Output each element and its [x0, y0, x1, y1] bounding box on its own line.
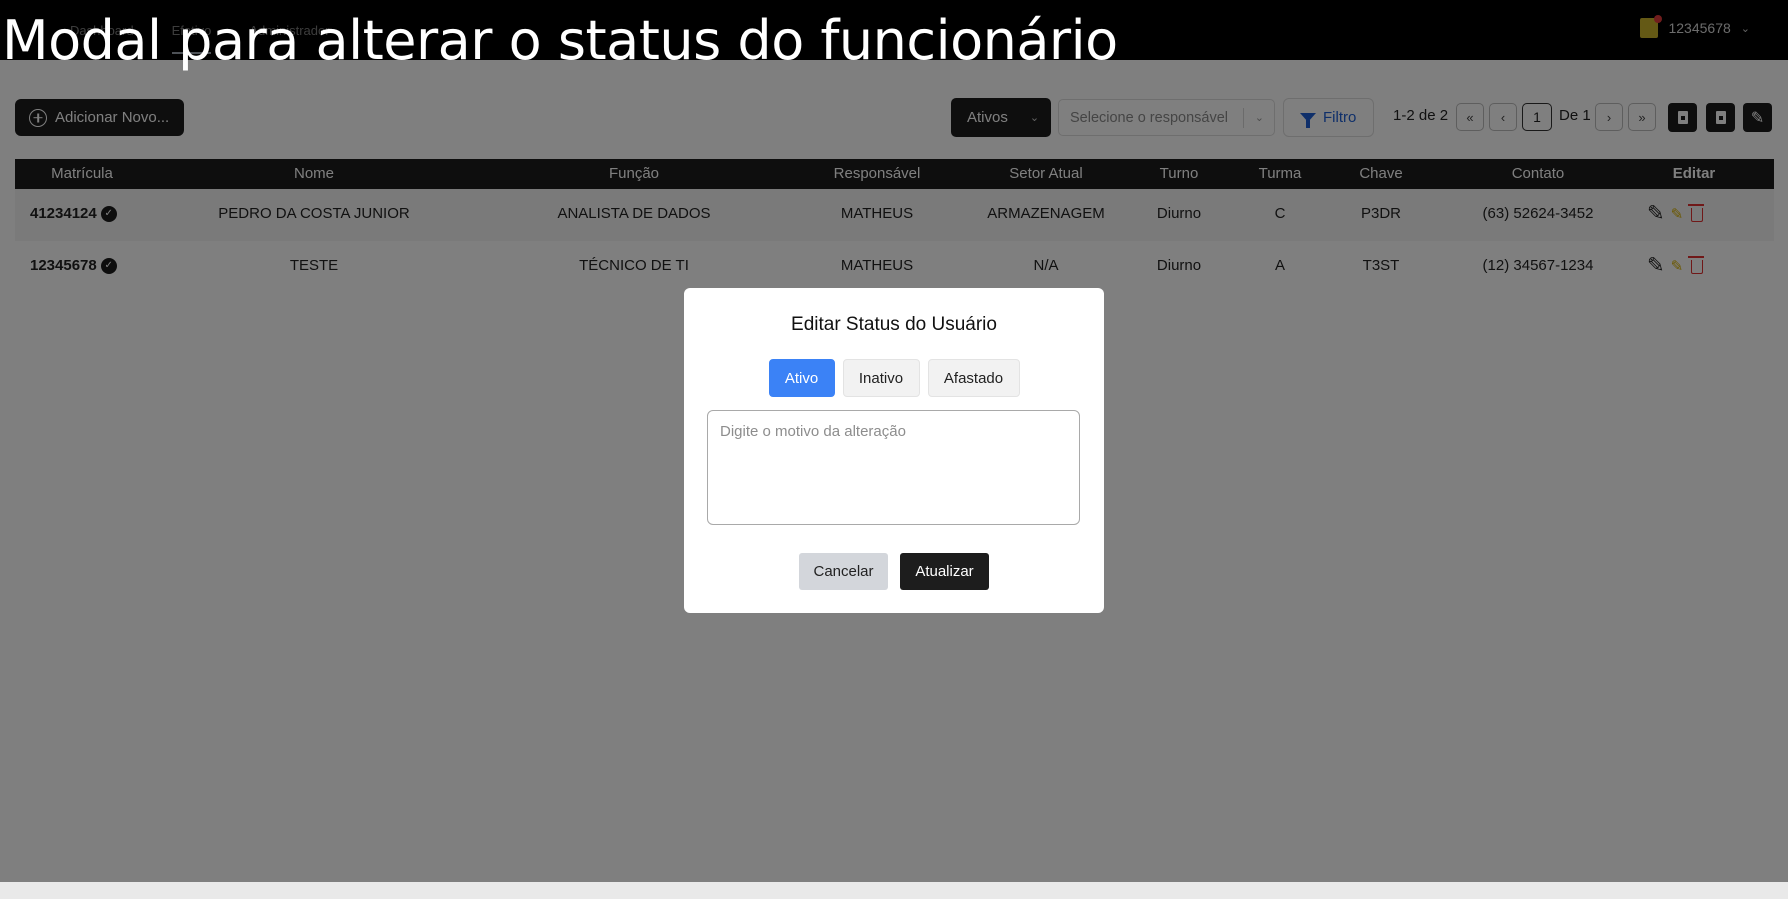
- cancel-button[interactable]: Cancelar: [799, 553, 888, 590]
- status-options: Ativo Inativo Afastado: [684, 359, 1104, 397]
- status-option-ativo[interactable]: Ativo: [768, 359, 835, 397]
- slide-caption: Modal para alterar o status do funcionár…: [2, 9, 1118, 72]
- edit-status-modal: Editar Status do Usuário Ativo Inativo A…: [684, 288, 1104, 613]
- page-bottom-strip: [0, 882, 1788, 899]
- status-option-inativo[interactable]: Inativo: [842, 359, 920, 397]
- modal-title: Editar Status do Usuário: [791, 314, 997, 335]
- update-button[interactable]: Atualizar: [900, 553, 989, 590]
- status-option-afastado[interactable]: Afastado: [927, 359, 1020, 397]
- modal-actions: Cancelar Atualizar: [684, 553, 1104, 590]
- reason-textarea[interactable]: [707, 410, 1080, 525]
